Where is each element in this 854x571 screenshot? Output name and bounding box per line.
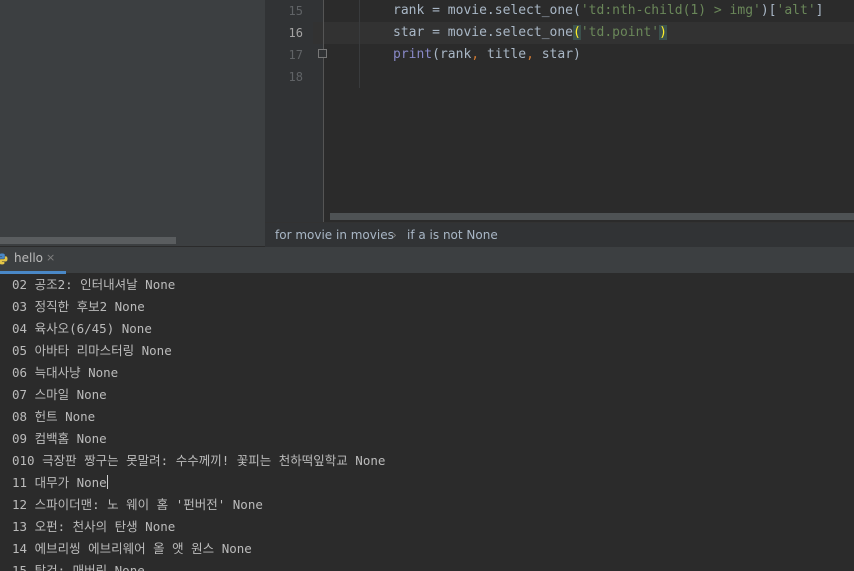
console-output-line: 02 공조2: 인터내셔날 None [12, 277, 176, 292]
code-token: 'td.point' [580, 25, 660, 40]
project-horizontal-scrollbar[interactable] [0, 237, 176, 244]
line-number: 16 [265, 22, 313, 44]
code-line[interactable]: 18 [265, 66, 854, 88]
console-output-line: 11 대무가 None [12, 475, 108, 490]
run-console-output[interactable]: 02 공조2: 인터내셔날 None 03 정직한 후보2 None 04 육사오(… [0, 274, 854, 571]
code-token: 'td:nth-child(1) > img' [580, 3, 761, 18]
console-output-line: 06 늑대사냥 None [12, 365, 119, 380]
fold-marker-icon[interactable] [318, 49, 327, 58]
console-output-line: 07 스마일 None [12, 387, 107, 402]
console-output-line: 14 에브리씽 에브리웨어 올 앳 원스 None [12, 541, 252, 556]
code-token: (rank [432, 47, 472, 62]
run-tab-hello[interactable]: hello × [0, 247, 66, 274]
code-token: star) [541, 47, 581, 62]
code-line[interactable]: 16 star = movie.select_one('td.point') [265, 22, 854, 44]
console-output-line: 15 탑건: 매버릭 None [12, 563, 145, 571]
code-token: rank = movie.select_one( [393, 3, 581, 18]
breadcrumb-item-for-loop[interactable]: for movie in movies [275, 223, 394, 248]
line-number: 18 [288, 70, 303, 84]
console-output-line: 12 스파이더맨: 노 웨이 홈 '펀버전' None [12, 497, 263, 512]
project-tool-window [0, 0, 265, 246]
breadcrumb-item-if-statement[interactable]: if a is not None [407, 223, 498, 248]
code-token: , [526, 47, 542, 62]
code-line[interactable]: 15 rank = movie.select_one('td:nth-child(… [265, 0, 854, 22]
code-token: ] [815, 3, 824, 18]
run-tab-label: hello [14, 251, 43, 265]
python-icon [0, 253, 8, 265]
console-output-line: 09 컴백홈 None [12, 431, 107, 446]
line-number: 17 [288, 48, 303, 62]
text-caret [106, 475, 108, 489]
console-output-line: 04 육사오(6/45) None [12, 321, 152, 336]
code-text: star = movie.select_one('td.point') [393, 22, 667, 44]
indent-guide [359, 0, 360, 88]
close-icon[interactable]: × [46, 251, 55, 264]
console-output-line: 05 아바타 리마스터링 None [12, 343, 172, 358]
console-output-line: 010 극장판 짱구는 못말려: 수수께끼! 꽃피는 천하떡잎학교 None [12, 453, 386, 468]
code-token: , [471, 47, 487, 62]
console-output-line: 08 헌트 None [12, 409, 96, 424]
code-token: print [393, 47, 433, 62]
code-token: 'alt' [776, 3, 816, 18]
gutter-separator [323, 0, 324, 222]
code-token: ) [659, 25, 667, 40]
code-token: ( [573, 25, 581, 40]
console-output-line: 03 정직한 후보2 None [12, 299, 145, 314]
run-tool-window-tabs: hello × [0, 247, 854, 274]
code-line[interactable]: 17 print(rank, title, star) [265, 44, 854, 66]
line-number: 15 [288, 4, 303, 18]
breadcrumb-separator: › [392, 228, 397, 242]
code-text: print(rank, title, star) [393, 44, 581, 66]
code-text: rank = movie.select_one('td:nth-child(1)… [393, 0, 823, 22]
code-token: star = movie.select_one [393, 25, 574, 40]
code-token: title [486, 47, 527, 62]
editor-horizontal-scrollbar[interactable] [330, 213, 854, 220]
console-output-line: 13 오펀: 천사의 탄생 None [12, 519, 176, 534]
code-editor[interactable]: 15 rank = movie.select_one('td:nth-child(… [265, 0, 854, 222]
breadcrumb: for movie in movies › if a is not None [265, 222, 854, 247]
code-token: )[ [760, 3, 777, 18]
